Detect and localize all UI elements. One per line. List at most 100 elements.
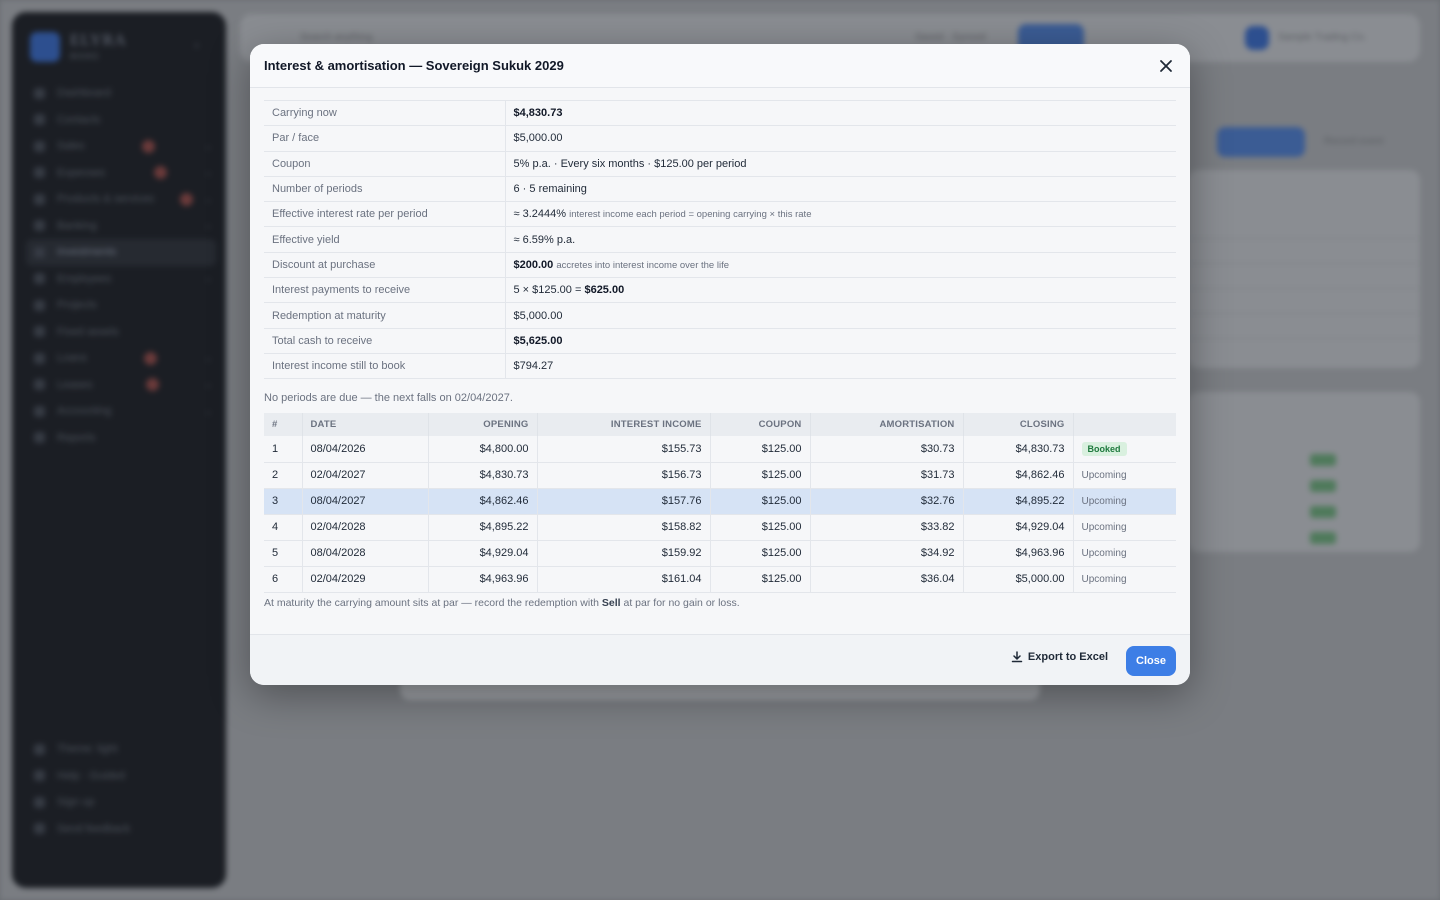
sales-badge bbox=[142, 139, 155, 153]
maturity-note: At maturity the carrying amount sits at … bbox=[264, 596, 740, 609]
summary-row: Total cash to receive $5,625.00 bbox=[264, 328, 1176, 354]
coupon-value: $125.00 bbox=[710, 488, 811, 515]
status-cell: Booked bbox=[1073, 436, 1176, 463]
sidebar-item-expenses[interactable]: Expenses ⌄ bbox=[26, 160, 216, 187]
closing-value: $4,830.73 bbox=[963, 436, 1074, 463]
chevron-down-icon: ⌄ bbox=[204, 405, 212, 416]
sidebar-item-sales[interactable]: Sales ⌄ bbox=[26, 133, 216, 160]
projects-icon bbox=[34, 299, 45, 311]
opening-value: $4,862.46 bbox=[428, 488, 538, 515]
status-cell: Upcoming bbox=[1073, 566, 1176, 593]
leases-icon bbox=[34, 379, 45, 391]
sidebar-item-leases[interactable]: Leases ⌄ bbox=[26, 372, 216, 399]
status-badge bbox=[1310, 532, 1336, 544]
sidebar-item-projects[interactable]: Projects bbox=[26, 292, 216, 319]
app-logo bbox=[30, 32, 60, 62]
carrying-now-label: Carrying now bbox=[264, 99, 506, 127]
schedule-row[interactable]: 6 02/04/2029 $4,963.96 $161.04 $125.00 $… bbox=[264, 566, 1176, 593]
opening-value: $4,830.73 bbox=[428, 462, 538, 489]
closing-value: $5,000.00 bbox=[963, 566, 1074, 593]
col-header-date: Date bbox=[302, 413, 429, 437]
coupon-label: Coupon bbox=[264, 151, 506, 177]
chevron-down-icon: ⌄ bbox=[204, 379, 212, 390]
summary-row: Carrying now $4,830.73 bbox=[264, 99, 1176, 127]
schedule-row[interactable]: 5 08/04/2028 $4,929.04 $159.92 $125.00 $… bbox=[264, 540, 1176, 567]
export-to-excel-button[interactable]: Export to Excel bbox=[1011, 651, 1108, 663]
sidebar-item-dashboard[interactable]: Dashboard bbox=[26, 80, 216, 107]
sidebar-item-accounting[interactable]: Accounting ⌄ bbox=[26, 398, 216, 425]
sidebar-bottom: Theme: light Help · Guided Sign up Send … bbox=[26, 736, 216, 842]
investments-list-card bbox=[1188, 392, 1420, 552]
period-number: 3 bbox=[264, 488, 303, 515]
interest-value: $155.73 bbox=[537, 436, 711, 463]
schedule-row-highlighted[interactable]: 3 08/04/2027 $4,862.46 $157.76 $125.00 $… bbox=[264, 488, 1176, 515]
schedule-row[interactable]: 2 02/04/2027 $4,830.73 $156.73 $125.00 $… bbox=[264, 462, 1176, 489]
schedule-row[interactable]: 4 02/04/2028 $4,895.22 $158.82 $125.00 $… bbox=[264, 514, 1176, 541]
status-cell: Upcoming bbox=[1073, 514, 1176, 541]
user-icon bbox=[34, 796, 45, 808]
par-label: Par / face bbox=[264, 125, 506, 152]
purchase-button[interactable] bbox=[1217, 127, 1305, 157]
eir-note: interest income each period = opening ca… bbox=[569, 209, 812, 221]
chevron-down-icon: ⌄ bbox=[204, 273, 212, 284]
sidebar-item-fixed-assets[interactable]: Fixed assets bbox=[26, 319, 216, 346]
due-status-text: No periods are due — the next falls on 0… bbox=[264, 392, 513, 405]
schedule-table: # Date Opening Interest income Coupon Am… bbox=[264, 413, 1176, 593]
brand-subtitle: BOOKS bbox=[70, 52, 99, 61]
par-value: $5,000.00 bbox=[505, 125, 1176, 152]
company-switcher[interactable]: Sample Trading Co. bbox=[1278, 32, 1366, 43]
period-date: 08/04/2027 bbox=[302, 488, 429, 515]
close-button[interactable]: Close bbox=[1126, 646, 1176, 676]
interest-value: $157.76 bbox=[537, 488, 711, 515]
interest-payments-label: Interest payments to receive bbox=[264, 277, 506, 304]
sidebar-item-employees[interactable]: Employees ⌄ bbox=[26, 266, 216, 293]
help-link[interactable]: Help · Guided bbox=[26, 763, 216, 790]
schedule-header-row: # Date Opening Interest income Coupon Am… bbox=[264, 413, 1176, 437]
dialog-footer: Export to Excel Close bbox=[250, 634, 1190, 685]
summary-row: Number of periods 6 · 5 remaining bbox=[264, 176, 1176, 203]
schedule-row[interactable]: 1 08/04/2026 $4,800.00 $155.73 $125.00 $… bbox=[264, 436, 1176, 463]
sign-up-link[interactable]: Sign up bbox=[26, 789, 216, 816]
dialog-body: Carrying now $4,830.73 Par / face $5,000… bbox=[250, 88, 1190, 609]
status-cell: Upcoming bbox=[1073, 488, 1176, 515]
periods-value: 6 · 5 remaining bbox=[505, 176, 1176, 203]
search-input[interactable]: Search anything bbox=[300, 32, 372, 43]
sidebar-item-products[interactable]: Products & services ⌄ bbox=[26, 186, 216, 213]
status-cell: Upcoming bbox=[1073, 540, 1176, 567]
closing-value: $4,963.96 bbox=[963, 540, 1074, 567]
chevron-down-icon: ⌄ bbox=[204, 140, 212, 151]
close-icon[interactable] bbox=[1156, 56, 1176, 76]
closing-value: $4,895.22 bbox=[963, 488, 1074, 515]
booked-badge: Booked bbox=[1081, 442, 1127, 457]
sidebar-item-reports[interactable]: Reports bbox=[26, 425, 216, 452]
total-cash-label: Total cash to receive bbox=[264, 328, 506, 354]
sidebar-item-loans[interactable]: Loans ⌄ bbox=[26, 345, 216, 372]
feedback-link[interactable]: Send feedback bbox=[26, 816, 216, 843]
interest-value: $161.04 bbox=[537, 566, 711, 593]
collapse-sidebar-icon[interactable]: ‹ bbox=[195, 40, 198, 51]
company-avatar bbox=[1245, 26, 1269, 50]
record-event-button[interactable]: Record event bbox=[1324, 136, 1383, 147]
summary-row: Redemption at maturity $5,000.00 bbox=[264, 302, 1176, 329]
sidebar-item-contacts[interactable]: Contacts bbox=[26, 107, 216, 134]
reports-icon bbox=[34, 432, 45, 444]
period-date: 02/04/2029 bbox=[302, 566, 429, 593]
amortisation-value: $31.73 bbox=[810, 462, 964, 489]
export-label: Export to Excel bbox=[1027, 651, 1108, 663]
contacts-icon bbox=[34, 114, 45, 126]
amortisation-value: $34.92 bbox=[810, 540, 964, 567]
help-icon bbox=[34, 770, 45, 782]
chevron-down-icon: ⌄ bbox=[204, 352, 212, 363]
chevron-down-icon: ⌄ bbox=[204, 193, 212, 204]
sidebar-item-banking[interactable]: Banking ⌄ bbox=[26, 213, 216, 240]
theme-toggle[interactable]: Theme: light bbox=[26, 736, 216, 763]
closing-value: $4,929.04 bbox=[963, 514, 1074, 541]
amortisation-value: $30.73 bbox=[810, 436, 964, 463]
coupon-value: $125.00 bbox=[710, 436, 811, 463]
summary-row: Par / face $5,000.00 bbox=[264, 125, 1176, 152]
products-icon bbox=[34, 193, 45, 205]
sidebar-item-investments[interactable]: Investments bbox=[26, 239, 216, 266]
products-badge bbox=[180, 192, 193, 206]
col-header-closing: Closing bbox=[963, 413, 1074, 437]
chevron-down-icon: ⌄ bbox=[204, 220, 212, 231]
